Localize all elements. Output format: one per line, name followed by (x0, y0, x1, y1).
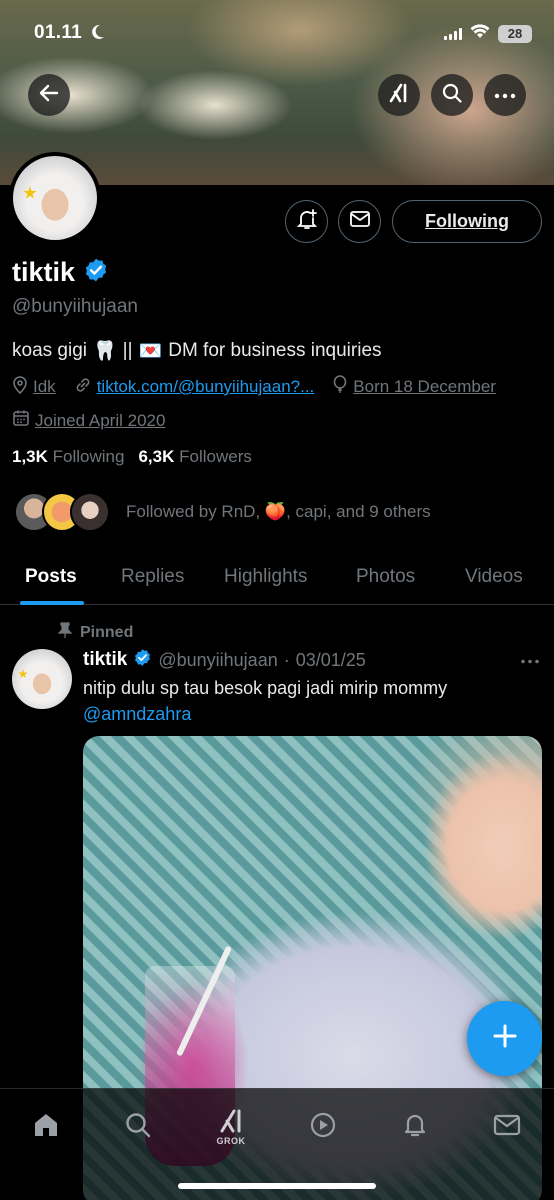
battery-icon: 28 (498, 25, 532, 43)
compose-button[interactable] (467, 1001, 542, 1076)
arrow-left-icon (38, 82, 60, 109)
love-letter-emoji: 💌 (138, 341, 163, 362)
profile-name-row: tiktik (12, 257, 109, 288)
nav-grok[interactable]: GROK (211, 1107, 251, 1147)
location-pin-icon (12, 375, 28, 399)
grok-button[interactable] (378, 74, 420, 116)
location-item: Idk (12, 375, 56, 399)
followed-by-suffix: , capi, and 9 others (286, 502, 431, 521)
followed-by-prefix: Followed by RnD, (126, 502, 261, 521)
tab-replies[interactable]: Replies (121, 566, 184, 588)
followers-label: Followers (179, 447, 252, 466)
pinned-label: Pinned (80, 623, 134, 641)
grok-icon (217, 1109, 245, 1138)
follow-counts: 1,3K Following 6,3K Followers (12, 447, 252, 467)
following-button[interactable]: Following (392, 200, 542, 243)
profile-name: tiktik (12, 257, 76, 287)
tooth-emoji: 🦷 (93, 341, 117, 362)
avatar-image (13, 156, 97, 240)
nav-home[interactable] (26, 1107, 66, 1147)
website-item: tiktok.com/@bunyiihujaan?... (74, 376, 315, 399)
nav-notifications[interactable] (395, 1107, 435, 1147)
following-label: Following (52, 447, 125, 466)
profile-handle: @bunyiihujaan (12, 296, 138, 317)
verified-badge-icon (133, 648, 152, 672)
profile-tabs: Posts Replies Highlights Photos Videos (0, 556, 554, 605)
play-circle-icon (309, 1111, 337, 1144)
joined-item: Joined April 2020 (12, 409, 165, 432)
plus-icon (491, 1022, 519, 1055)
bell-plus-icon (296, 208, 318, 235)
status-time: 01.11 (34, 22, 82, 43)
mail-icon (349, 210, 371, 233)
search-button[interactable] (431, 74, 473, 116)
bio-prefix: koas gigi (12, 340, 87, 361)
home-icon (31, 1110, 61, 1145)
bio-suffix: DM for business inquiries (168, 340, 382, 361)
post-more-button[interactable] (520, 648, 540, 669)
post-date-separator: · (283, 649, 290, 670)
profile-meta-joined: Joined April 2020 (12, 409, 183, 432)
tab-highlights[interactable]: Highlights (224, 566, 307, 588)
wifi-icon (470, 24, 490, 44)
back-button[interactable] (28, 74, 70, 116)
post-text: nitip dulu sp tau besok pagi jadi mirip … (83, 678, 448, 698)
tab-videos[interactable]: Videos (465, 566, 523, 588)
profile-meta: Idk tiktok.com/@bunyiihujaan?... Born 18… (12, 375, 514, 399)
post-author-handle[interactable]: @bunyiihujaan (158, 650, 277, 671)
more-horizontal-icon (520, 648, 540, 668)
active-tab-indicator (20, 601, 84, 605)
follower-avatar (70, 492, 110, 532)
pin-icon (57, 622, 73, 643)
profile-avatar[interactable] (9, 152, 101, 244)
grok-label: GROK (216, 1135, 246, 1146)
post-body: nitip dulu sp tau besok pagi jadi mirip … (83, 675, 447, 727)
moon-icon (89, 24, 105, 45)
post-date[interactable]: 03/01/25 (296, 650, 366, 671)
location-text[interactable]: Idk (33, 377, 56, 397)
joined-text[interactable]: Joined April 2020 (35, 411, 165, 431)
verified-badge-icon[interactable] (83, 257, 109, 288)
peach-emoji: 🍑 (264, 502, 287, 521)
following-count-link[interactable]: 1,3K Following (12, 447, 124, 467)
post-header: tiktik @bunyiihujaan · 03/01/25 (83, 648, 366, 672)
tab-photos[interactable]: Photos (356, 566, 415, 588)
pinned-indicator: Pinned (57, 622, 134, 643)
nav-video[interactable] (303, 1107, 343, 1147)
more-horizontal-icon (494, 86, 516, 104)
following-count: 1,3K (12, 447, 48, 466)
status-bar-right: 28 (444, 24, 532, 44)
followed-by[interactable]: Followed by RnD, 🍑, capi, and 9 others (14, 492, 431, 532)
link-icon (74, 376, 92, 399)
notify-button[interactable] (285, 200, 328, 243)
more-button[interactable] (484, 74, 526, 116)
birthday-item: Born 18 December (332, 375, 496, 399)
home-indicator (178, 1183, 376, 1189)
bio-separator: || (122, 340, 133, 361)
followers-count: 6,3K (138, 447, 175, 466)
followed-by-text: Followed by RnD, 🍑, capi, and 9 others (126, 502, 431, 522)
profile-bio: koas gigi 🦷 || 💌 DM for business inquiri… (12, 339, 382, 363)
nav-messages[interactable] (487, 1107, 527, 1147)
grok-icon (387, 81, 411, 110)
followers-count-link[interactable]: 6,3K Followers (138, 447, 251, 467)
search-icon (441, 82, 463, 109)
mail-icon (493, 1113, 521, 1142)
birthday-text[interactable]: Born 18 December (353, 377, 496, 397)
nav-search[interactable] (118, 1107, 158, 1147)
tab-posts[interactable]: Posts (25, 566, 77, 588)
balloon-icon (332, 375, 348, 399)
website-link[interactable]: tiktok.com/@bunyiihujaan?... (97, 377, 315, 397)
post-author-avatar[interactable] (12, 649, 72, 709)
signal-icon (444, 28, 462, 40)
search-icon (124, 1111, 152, 1144)
bell-icon (401, 1111, 429, 1144)
message-button[interactable] (338, 200, 381, 243)
calendar-icon (12, 409, 30, 432)
post-author-name[interactable]: tiktik (83, 649, 127, 671)
post-mention-link[interactable]: @amndzahra (83, 701, 447, 727)
